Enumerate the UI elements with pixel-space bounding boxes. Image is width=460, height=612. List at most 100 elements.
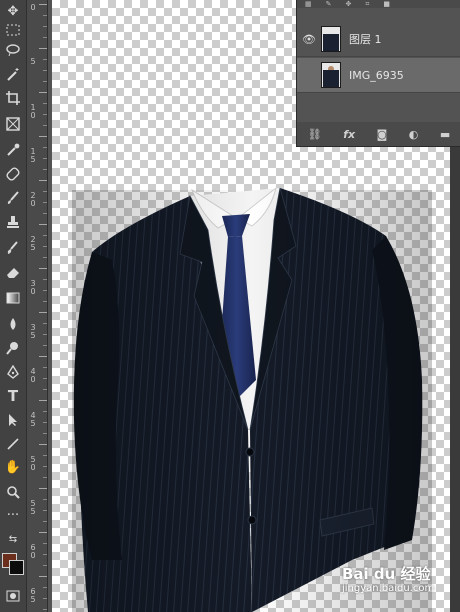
move-tool-button[interactable]: ✥ <box>2 2 24 22</box>
magic-wand-tool-button[interactable] <box>2 64 24 84</box>
brush-lock-icon[interactable]: ✎ <box>326 0 332 8</box>
ruler-tick <box>43 367 47 368</box>
ruler-tick <box>43 378 47 379</box>
arrow-icon <box>9 414 17 426</box>
ruler-tick <box>43 59 47 60</box>
ruler-tick <box>43 554 47 555</box>
gradient-icon <box>6 292 20 304</box>
ruler-tick <box>43 125 47 126</box>
ruler-tick <box>39 4 47 5</box>
line-icon <box>7 438 19 450</box>
vertical-ruler: 0 5 1 0 1 5 2 0 2 5 3 0 3 5 4 0 4 5 5 0 … <box>27 0 48 612</box>
layer-thumbnail <box>321 26 341 52</box>
ruler-tick <box>43 510 47 511</box>
history-brush-tool-button[interactable] <box>2 238 24 258</box>
ruler-tick <box>43 598 47 599</box>
ruler-tick <box>43 301 47 302</box>
type-tool-button[interactable]: T <box>2 386 24 406</box>
quick-mask-icon <box>6 590 20 602</box>
ruler-label: 2 0 <box>30 191 36 208</box>
ruler-label: 2 5 <box>30 235 36 252</box>
healing-brush-tool-button[interactable] <box>2 164 24 184</box>
ruler-tick <box>43 433 47 434</box>
ruler-tick <box>43 477 47 478</box>
ruler-tick <box>43 279 47 280</box>
ruler-tick <box>43 103 47 104</box>
ruler-tick <box>39 356 47 357</box>
ruler-tick <box>43 235 47 236</box>
ruler-tick <box>43 26 47 27</box>
ruler-tick <box>43 389 47 390</box>
more-tools-button[interactable]: ··· <box>2 506 24 526</box>
swap-colors-icon: ⇆ <box>8 534 18 545</box>
ruler-label: 5 5 <box>30 499 36 516</box>
mask-icon[interactable]: ◙ <box>377 128 388 141</box>
ruler-tick <box>43 411 47 412</box>
blur-tool-button[interactable] <box>2 314 24 334</box>
marquee-tool-button[interactable] <box>2 20 24 40</box>
padlock-icon[interactable]: ■ <box>383 0 390 8</box>
dodge-icon <box>6 342 18 355</box>
ruler-tick <box>39 136 47 137</box>
crop-icon <box>6 91 20 105</box>
link-icon[interactable]: ⛓ <box>308 128 322 141</box>
ruler-tick <box>39 532 47 533</box>
ruler-tick <box>39 444 47 445</box>
eye-icon[interactable]: 👁 <box>297 33 321 46</box>
brush-icon <box>7 191 19 204</box>
ruler-tick <box>43 169 47 170</box>
ruler-label: 5 <box>30 57 36 66</box>
adjustment-icon[interactable]: ◐ <box>409 128 419 141</box>
ruler-tick <box>39 488 47 489</box>
ruler-tick <box>43 422 47 423</box>
ruler-tick <box>43 334 47 335</box>
background-color-swatch[interactable] <box>9 560 24 575</box>
quick-mask-button[interactable] <box>2 586 24 606</box>
ruler-tick <box>43 213 47 214</box>
ellipsis-icon: ··· <box>6 508 20 523</box>
zoom-tool-button[interactable] <box>2 482 24 502</box>
history-brush-icon <box>7 241 18 254</box>
layer-name: IMG_6935 <box>349 68 404 82</box>
ruler-tick <box>43 15 47 16</box>
eyedropper-tool-button[interactable] <box>2 140 24 160</box>
frame-tool-button[interactable] <box>2 114 24 134</box>
ruler-label: 3 5 <box>30 323 36 340</box>
line-tool-button[interactable] <box>2 434 24 454</box>
lock-icon[interactable]: ▦ <box>305 0 312 8</box>
layers-lock-bar: ▦ ✎ ✥ ⌗ ■ <box>297 0 460 8</box>
ruler-label: 1 0 <box>30 103 36 120</box>
layer-row-selected[interactable]: IMG_6935 <box>297 58 460 93</box>
path-selection-tool-button[interactable] <box>2 410 24 430</box>
artboard-lock-icon[interactable]: ⌗ <box>365 0 369 8</box>
pen-tool-button[interactable] <box>2 362 24 382</box>
eraser-tool-button[interactable] <box>2 262 24 282</box>
layer-row[interactable]: 👁 图层 1 <box>297 22 460 57</box>
hand-tool-button[interactable]: ✋ <box>2 458 24 478</box>
ruler-tick <box>43 114 47 115</box>
dodge-tool-button[interactable] <box>2 338 24 358</box>
lasso-tool-button[interactable] <box>2 40 24 60</box>
ruler-tick <box>39 268 47 269</box>
fx-icon[interactable]: fx <box>343 128 355 141</box>
ruler-tick <box>43 147 47 148</box>
crop-tool-button[interactable] <box>2 88 24 108</box>
magic-wand-icon <box>7 68 19 81</box>
move-lock-icon[interactable]: ✥ <box>346 0 352 8</box>
gradient-tool-button[interactable] <box>2 288 24 308</box>
ruler-tick <box>39 48 47 49</box>
folder-icon[interactable]: ▬ <box>440 128 450 141</box>
ruler-tick <box>43 587 47 588</box>
layers-panel: ▦ ✎ ✥ ⌗ ■ 👁 图层 1 IMG_6935 ⛓ fx ◙ ◐ ▬ <box>296 0 460 147</box>
ruler-tick <box>39 576 47 577</box>
brush-tool-button[interactable] <box>2 188 24 208</box>
default-colors-button[interactable]: ⇆ <box>2 530 24 550</box>
frame-icon <box>6 117 20 131</box>
ruler-tick <box>43 455 47 456</box>
clone-stamp-tool-button[interactable] <box>2 212 24 232</box>
pen-icon <box>7 365 19 379</box>
ruler-label: 4 5 <box>30 411 36 428</box>
ruler-tick <box>43 158 47 159</box>
ruler-label: 6 0 <box>30 543 36 560</box>
type-icon: T <box>7 387 19 405</box>
